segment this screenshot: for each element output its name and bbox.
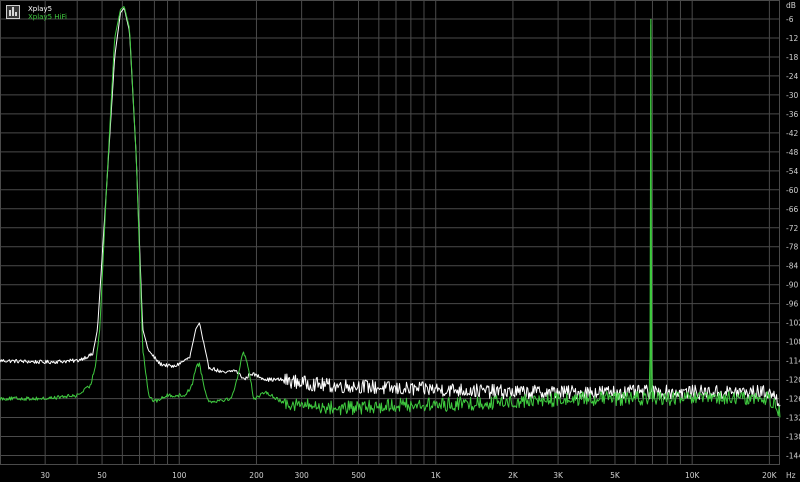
y-tick-label: -36 — [786, 110, 798, 119]
y-tick-label: -102 — [786, 319, 800, 328]
y-tick-label: -24 — [786, 72, 798, 81]
spectrum-plot: -6 -12 -18 -24 -30 -36 -42 -48 -54 -60 -66 -72 -78 -8… — [0, 0, 800, 482]
x-tick-label: 500 — [351, 471, 366, 480]
legend: Xplay5 Xplay5 HiFi — [6, 5, 67, 21]
y-tick-label: -54 — [786, 167, 798, 176]
y-tick-label: -6 — [786, 15, 794, 24]
x-tick-label: 50 — [97, 471, 107, 480]
y-tick-label: -84 — [786, 262, 798, 271]
x-tick-label: 5K — [610, 471, 621, 480]
y-tick-label: -12 — [786, 34, 798, 43]
y-tick-label: -60 — [786, 186, 798, 195]
y-tick-label: -132 — [786, 414, 800, 423]
y-tick-label: -138 — [786, 433, 800, 442]
x-unit-label: Hz — [786, 471, 796, 480]
x-tick-label: 3K — [553, 471, 564, 480]
y-tick-label: -48 — [786, 148, 798, 157]
y-tick-label: -18 — [786, 53, 798, 62]
y-tick-label: -72 — [786, 224, 798, 233]
y-tick-label: -42 — [786, 129, 798, 138]
y-tick-label: -108 — [786, 338, 800, 347]
x-tick-label: 200 — [249, 471, 264, 480]
x-tick-label: 1K — [431, 471, 442, 480]
y-tick-label: -126 — [786, 395, 800, 404]
y-tick-label: -120 — [786, 376, 800, 385]
legend-entry-xplay5-hifi: Xplay5 HiFi — [28, 13, 67, 21]
x-tick-label: 2K — [508, 471, 519, 480]
x-tick-label: 10K — [685, 471, 701, 480]
y-tick-label: -78 — [786, 243, 798, 252]
legend-entry-xplay5: Xplay5 — [28, 5, 53, 13]
y-tick-label: -144 — [786, 452, 800, 461]
y-unit-label: dB — [786, 1, 796, 10]
legend-entries: Xplay5 Xplay5 HiFi — [28, 5, 67, 21]
spectrum-icon — [6, 5, 20, 19]
y-tick-label: -114 — [786, 357, 800, 366]
x-tick-label: 100 — [172, 471, 187, 480]
x-tick-label: 20K — [762, 471, 778, 480]
y-tick-label: -66 — [786, 205, 798, 214]
y-tick-label: -90 — [786, 281, 798, 290]
y-tick-label: -30 — [786, 91, 798, 100]
x-tick-label: 300 — [294, 471, 309, 480]
x-tick-label: 30 — [40, 471, 50, 480]
y-tick-label: -96 — [786, 300, 798, 309]
